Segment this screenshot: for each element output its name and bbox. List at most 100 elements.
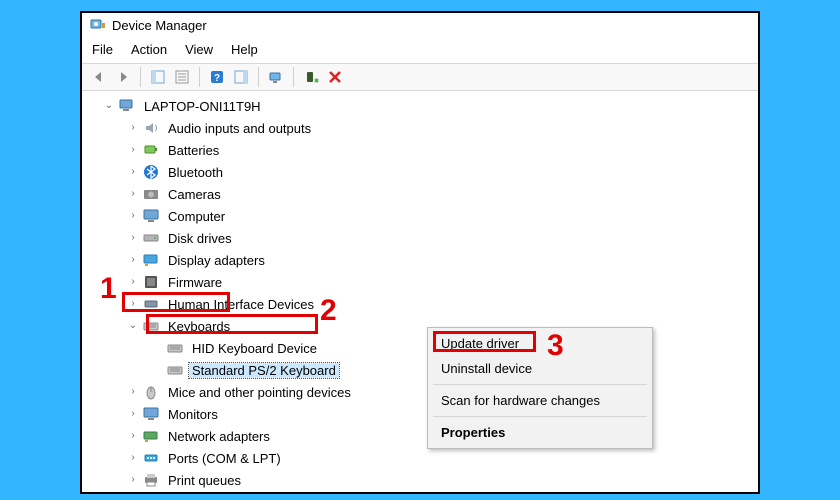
- disk-icon: [142, 229, 160, 247]
- tree-item-hid[interactable]: › Human Interface Devices: [88, 293, 758, 315]
- battery-icon: [142, 141, 160, 159]
- tree-item-label: Keyboards: [165, 319, 233, 334]
- tree-item-label: Display adapters: [165, 253, 268, 268]
- tree-item-label: Ports (COM & LPT): [165, 451, 284, 466]
- chevron-right-icon[interactable]: ›: [126, 451, 140, 465]
- tree-item-ps2-keyboard[interactable]: Standard PS/2 Keyboard: [88, 359, 758, 381]
- tree-item-disk-drives[interactable]: › Disk drives: [88, 227, 758, 249]
- add-legacy-button[interactable]: [300, 66, 322, 88]
- tree-item-cameras[interactable]: › Cameras: [88, 183, 758, 205]
- menubar: File Action View Help: [82, 37, 758, 63]
- menu-help[interactable]: Help: [231, 42, 258, 57]
- tree-item-network[interactable]: › Network adapters: [88, 425, 758, 447]
- toolbar-separator: [258, 67, 259, 87]
- camera-icon: [142, 185, 160, 203]
- chevron-right-icon[interactable]: ›: [126, 209, 140, 223]
- chevron-down-icon[interactable]: ⌄: [102, 99, 116, 113]
- toolbar: ?: [82, 63, 758, 91]
- display-adapter-icon: [142, 251, 160, 269]
- tree-item-ports[interactable]: › Ports (COM & LPT): [88, 447, 758, 469]
- tree-item-label: Disk drives: [165, 231, 235, 246]
- tree-root-label: LAPTOP-ONI11T9H: [141, 99, 264, 114]
- device-manager-icon: [90, 17, 106, 33]
- tree-item-monitors[interactable]: › Monitors: [88, 403, 758, 425]
- context-menu: Update driver Uninstall device Scan for …: [427, 327, 653, 449]
- menu-action[interactable]: Action: [131, 42, 167, 57]
- device-manager-window: Device Manager File Action View Help ? ⌄…: [80, 11, 760, 494]
- chevron-none: [150, 341, 164, 355]
- back-button[interactable]: [88, 66, 110, 88]
- tree-item-bluetooth[interactable]: › Bluetooth: [88, 161, 758, 183]
- tree-item-label: Print queues: [165, 473, 244, 488]
- chevron-down-icon[interactable]: ⌄: [126, 319, 140, 333]
- monitor-icon: [142, 405, 160, 423]
- show-hide-tree-button[interactable]: [147, 66, 169, 88]
- printer-icon: [142, 471, 160, 489]
- tree-item-mice[interactable]: › Mice and other pointing devices: [88, 381, 758, 403]
- chevron-right-icon[interactable]: ›: [126, 429, 140, 443]
- help-button[interactable]: ?: [206, 66, 228, 88]
- tree-item-label: Monitors: [165, 407, 221, 422]
- menu-file[interactable]: File: [92, 42, 113, 57]
- tree-item-label: Computer: [165, 209, 228, 224]
- window-title: Device Manager: [112, 18, 207, 33]
- tree-item-batteries[interactable]: › Batteries: [88, 139, 758, 161]
- tree-item-computer[interactable]: › Computer: [88, 205, 758, 227]
- tree-item-label: Mice and other pointing devices: [165, 385, 354, 400]
- tree-item-firmware[interactable]: › Firmware: [88, 271, 758, 293]
- context-separator: [433, 416, 647, 417]
- monitor-icon: [142, 207, 160, 225]
- tree-item-label: Batteries: [165, 143, 222, 158]
- network-icon: [142, 427, 160, 445]
- toolbar-separator: [140, 67, 141, 87]
- keyboard-icon: [142, 317, 160, 335]
- tree-item-hid-keyboard[interactable]: HID Keyboard Device: [88, 337, 758, 359]
- properties-button[interactable]: [171, 66, 193, 88]
- tree-item-label: Cameras: [165, 187, 224, 202]
- context-properties[interactable]: Properties: [431, 420, 649, 445]
- menu-view[interactable]: View: [185, 42, 213, 57]
- chevron-right-icon[interactable]: ›: [126, 165, 140, 179]
- titlebar: Device Manager: [82, 13, 758, 37]
- tree-item-label: Standard PS/2 Keyboard: [189, 363, 339, 378]
- tree-item-label: HID Keyboard Device: [189, 341, 320, 356]
- context-uninstall-device[interactable]: Uninstall device: [431, 356, 649, 381]
- chevron-right-icon[interactable]: ›: [126, 231, 140, 245]
- remove-device-button[interactable]: [324, 66, 346, 88]
- scan-hardware-button[interactable]: [265, 66, 287, 88]
- tree-item-display-adapters[interactable]: › Display adapters: [88, 249, 758, 271]
- chevron-right-icon[interactable]: ›: [126, 297, 140, 311]
- chevron-right-icon[interactable]: ›: [126, 187, 140, 201]
- tree-item-print-queues[interactable]: › Print queues: [88, 469, 758, 491]
- tree-root[interactable]: ⌄ LAPTOP-ONI11T9H: [88, 95, 758, 117]
- context-scan-hardware[interactable]: Scan for hardware changes: [431, 388, 649, 413]
- audio-icon: [142, 119, 160, 137]
- chevron-right-icon[interactable]: ›: [126, 407, 140, 421]
- keyboard-icon: [166, 339, 184, 357]
- chevron-right-icon[interactable]: ›: [126, 121, 140, 135]
- mouse-icon: [142, 383, 160, 401]
- action-pane-button[interactable]: [230, 66, 252, 88]
- tree-item-label: Audio inputs and outputs: [165, 121, 314, 136]
- keyboard-icon: [166, 361, 184, 379]
- chevron-right-icon[interactable]: ›: [126, 143, 140, 157]
- chevron-none: [150, 363, 164, 377]
- svg-text:?: ?: [214, 73, 220, 84]
- device-tree[interactable]: ⌄ LAPTOP-ONI11T9H › Audio inputs and out…: [82, 91, 758, 494]
- toolbar-separator: [293, 67, 294, 87]
- chevron-right-icon[interactable]: ›: [126, 253, 140, 267]
- tree-item-audio[interactable]: › Audio inputs and outputs: [88, 117, 758, 139]
- tree-item-label: Bluetooth: [165, 165, 226, 180]
- bluetooth-icon: [142, 163, 160, 181]
- chevron-right-icon[interactable]: ›: [126, 473, 140, 487]
- forward-button[interactable]: [112, 66, 134, 88]
- computer-icon: [118, 97, 136, 115]
- context-update-driver[interactable]: Update driver: [431, 331, 649, 356]
- tree-item-keyboards[interactable]: ⌄ Keyboards: [88, 315, 758, 337]
- hid-icon: [142, 295, 160, 313]
- tree-item-label: Firmware: [165, 275, 225, 290]
- chevron-right-icon[interactable]: ›: [126, 275, 140, 289]
- tree-item-processors[interactable]: › Processors: [88, 491, 758, 494]
- port-icon: [142, 449, 160, 467]
- chevron-right-icon[interactable]: ›: [126, 385, 140, 399]
